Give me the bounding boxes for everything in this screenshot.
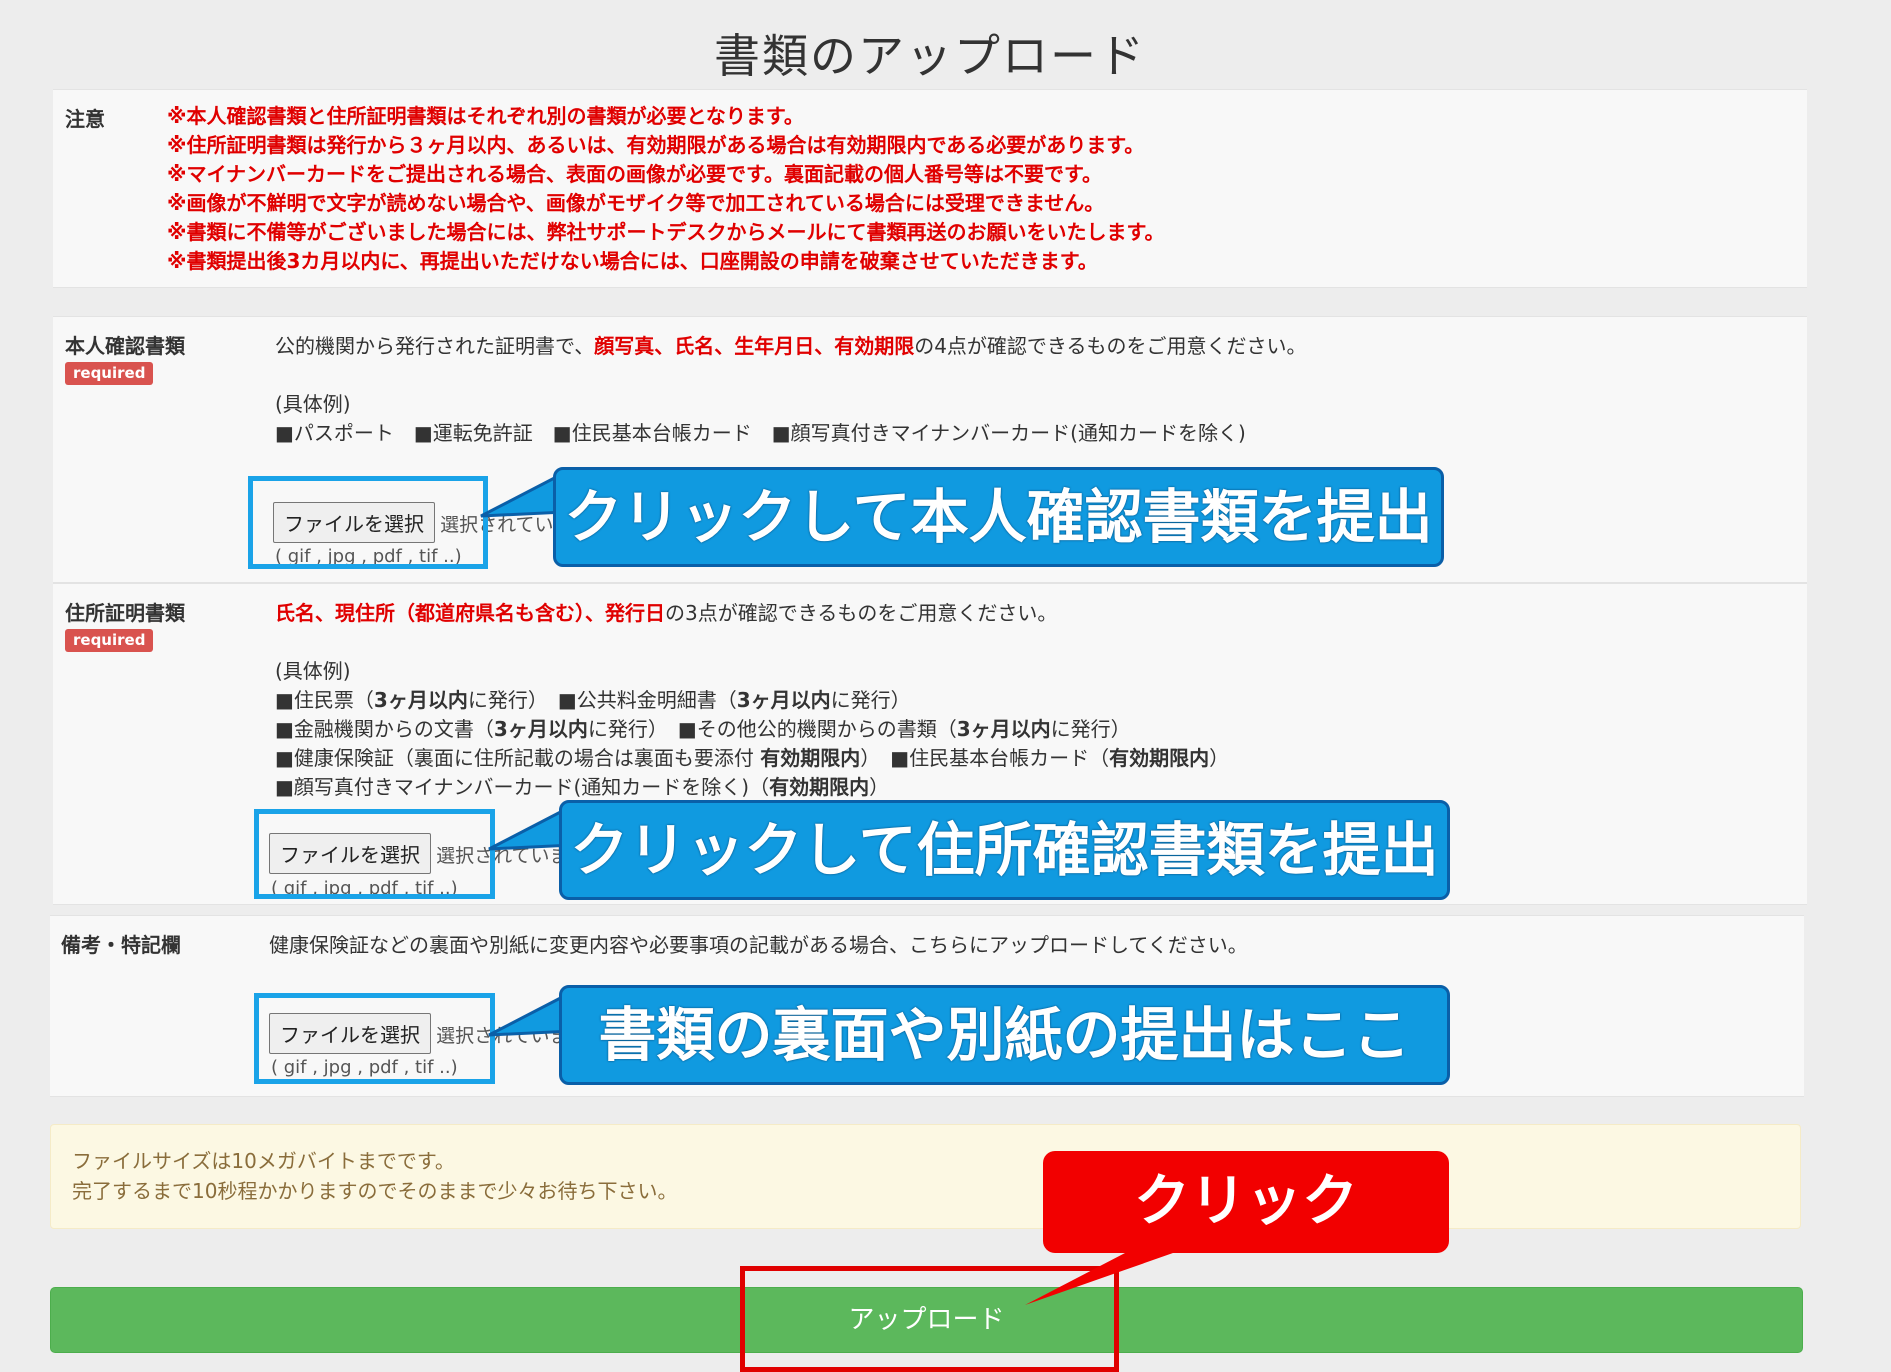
upload-callout: クリック <box>1043 1151 1449 1253</box>
example-emphasis: 3ヶ月以内 <box>373 688 468 712</box>
example-text: ■金融機関からの文書（ <box>275 717 494 741</box>
notice-line: ※マイナンバーカードをご提出される場合、表面の画像が必要です。裏面記載の個人番号… <box>167 162 1103 186</box>
address-desc-red: 氏名、現住所（都道府県名も含む）、発行日 <box>275 601 665 625</box>
example-text: ） <box>1209 746 1230 770</box>
example-text: ） ■住民基本台帳カード（ <box>860 746 1110 770</box>
example-text: に発行） ■その他公的機関からの書類（ <box>587 717 957 741</box>
address-example-line: ■金融機関からの文書（3ヶ月以内に発行） ■その他公的機関からの書類（3ヶ月以内… <box>275 713 1131 742</box>
required-badge: required <box>65 629 154 652</box>
example-text: に発行） ■公共料金明細書（ <box>467 688 737 712</box>
example-emphasis: 有効期限内 <box>760 746 861 770</box>
notice-line: ※画像が不鮮明で文字が読めない場合や、画像がモザイク等で加工されている場合には受… <box>167 191 1105 215</box>
example-text: ■住民票（ <box>275 688 374 712</box>
identity-desc-pre: 公的機関から発行された証明書で、 <box>275 334 595 358</box>
example-text: ■顔写真付きマイナンバーカード(通知カードを除く)（ <box>275 775 770 799</box>
remarks-description: 健康保険証などの裏面や別紙に変更内容や必要事項の記載がある場合、こちらにアップロ… <box>269 933 1248 957</box>
address-examples-title: (具体例) <box>275 659 351 683</box>
example-emphasis: 有効期限内 <box>1109 746 1210 770</box>
identity-callout: クリックして本人確認書類を提出 <box>553 467 1444 567</box>
address-label: 住所証明書類 <box>65 601 185 625</box>
identity-desc-red: 顔写真、氏名、生年月日、有効期限 <box>594 334 915 358</box>
example-text: ） <box>869 775 890 799</box>
address-example-line: ■住民票（3ヶ月以内に発行） ■公共料金明細書（3ヶ月以内に発行） <box>275 684 911 713</box>
example-emphasis: 3ヶ月以内 <box>736 688 831 712</box>
info-line: 完了するまで10秒程かかりますのでそのままで少々お待ち下さい。 <box>72 1179 678 1203</box>
remarks-callout: 書類の裏面や別紙の提出はここ <box>559 985 1450 1085</box>
info-line: ファイルサイズは10メガバイトまでです。 <box>72 1149 455 1173</box>
identity-highlight-frame <box>248 476 488 569</box>
identity-required-badge-wrap: required <box>65 362 154 385</box>
notice-line: ※書類提出後3カ月以内に、再提出いただけない場合には、口座開設の申請を破棄させて… <box>167 249 1098 273</box>
identity-desc-post: の4点が確認できるものをご用意ください。 <box>914 334 1307 358</box>
file-size-info-text: ファイルサイズは10メガバイトまでです。 完了するまで10秒程かかりますのでその… <box>72 1146 677 1206</box>
address-desc-post: の3点が確認できるものをご用意ください。 <box>665 601 1058 625</box>
notice-line: ※本人確認書類と住所証明書類はそれぞれ別の書類が必要となります。 <box>167 104 804 128</box>
notice-line: ※住所証明書類は発行から３ヶ月以内、あるいは、有効期限がある場合は有効期限内であ… <box>167 133 1145 157</box>
notice-label: 注意 <box>65 107 105 131</box>
example-text: ■健康保険証（裏面に住所記載の場合は裏面も要添付 <box>275 746 761 770</box>
remarks-label: 備考・特記欄 <box>61 933 181 957</box>
example-emphasis: 有効期限内 <box>769 775 870 799</box>
address-example-line: ■顔写真付きマイナンバーカード(通知カードを除く)（有効期限内） <box>275 771 889 800</box>
address-highlight-frame <box>254 809 495 899</box>
identity-examples: ■パスポート ■運転免許証 ■住民基本台帳カード ■顔写真付きマイナンバーカード… <box>275 421 1246 445</box>
notice-list: ※本人確認書類と住所証明書類はそれぞれ別の書類が必要となります。 ※住所証明書類… <box>167 102 1164 276</box>
address-description: 氏名、現住所（都道府県名も含む）、発行日の3点が確認できるものをご用意ください。 <box>275 597 1057 626</box>
example-text: に発行） <box>830 688 911 712</box>
address-required-badge-wrap: required <box>65 629 154 652</box>
required-badge: required <box>65 362 154 385</box>
identity-label: 本人確認書類 <box>65 334 185 358</box>
address-callout: クリックして住所確認書類を提出 <box>559 800 1450 900</box>
example-text: に発行） <box>1050 717 1131 741</box>
example-emphasis: 3ヶ月以内 <box>956 717 1051 741</box>
page-title: 書類のアップロード <box>714 29 1146 83</box>
example-emphasis: 3ヶ月以内 <box>493 717 588 741</box>
notice-line: ※書類に不備等がございました場合には、弊社サポートデスクからメールにて書類再送の… <box>167 220 1165 244</box>
address-example-line: ■健康保険証（裏面に住所記載の場合は裏面も要添付 有効期限内） ■住民基本台帳カ… <box>275 742 1229 771</box>
remarks-highlight-frame <box>254 993 495 1084</box>
identity-examples-title: (具体例) <box>275 392 351 416</box>
identity-description: 公的機関から発行された証明書で、顔写真、氏名、生年月日、有効期限の4点が確認でき… <box>275 330 1307 359</box>
